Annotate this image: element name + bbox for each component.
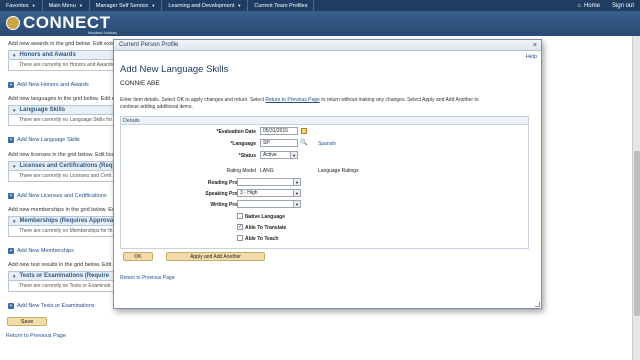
plus-icon: + xyxy=(8,137,14,143)
able-to-translate-label: Able To Translate xyxy=(245,225,287,231)
memberships-section: ▼ Memberships (Requires Approva There are… xyxy=(8,216,118,237)
collapse-triangle-icon: ▼ xyxy=(12,273,17,279)
modal-return-link[interactable]: Return to Previous Page xyxy=(120,275,174,281)
native-language-label: Native Language xyxy=(245,214,286,220)
language-skills-section: ▼ Language Skills There are currently no … xyxy=(8,105,118,126)
plus-icon: + xyxy=(8,82,14,88)
resize-grip-icon[interactable] xyxy=(535,302,540,307)
chevron-down-icon: ▼ xyxy=(290,152,297,158)
home-icon: ⌂ xyxy=(577,2,581,9)
section-empty-text: There are currently no Language Skills f… xyxy=(19,117,113,123)
plus-icon: + xyxy=(8,193,14,199)
able-to-translate-checkbox[interactable]: ✓ xyxy=(237,224,243,230)
connect-logo: CONNECT xyxy=(6,13,111,33)
modal-title: Current Person Profile xyxy=(119,42,179,48)
details-header: Details xyxy=(121,117,528,125)
rating-model-value: LANG xyxy=(260,168,274,174)
able-to-teach-label: Able To Teach xyxy=(245,236,279,242)
speaking-proficiency-select[interactable]: 3 - High ▼ xyxy=(237,189,301,197)
instructions-text: Enter item details. Select OK to apply c… xyxy=(120,97,479,110)
add-honors-awards-link[interactable]: + Add New Honors and Awards xyxy=(8,82,89,88)
help-link[interactable]: Help xyxy=(526,54,537,60)
instructions-return-link[interactable]: Return to Previous Page xyxy=(265,97,319,103)
chevron-down-icon: ▼ xyxy=(31,3,36,8)
honors-awards-section: ▼ Honors and Awards There are currently n… xyxy=(8,50,118,71)
collapse-triangle-icon: ▼ xyxy=(12,218,17,224)
rating-model-label: Rating Model xyxy=(226,168,256,174)
lic-intro-text: Add new licenses in the grid below. Edit… xyxy=(8,152,115,158)
language-description: Spanish xyxy=(318,141,337,147)
plus-icon: + xyxy=(8,303,14,309)
native-language-checkbox[interactable] xyxy=(237,213,243,219)
section-empty-text: There are currently no Tests or Examinat… xyxy=(19,283,111,289)
status-select[interactable]: Active ▼ xyxy=(260,151,298,159)
chevron-down-icon: ▼ xyxy=(237,3,242,8)
sign-out-link[interactable]: Sign out xyxy=(606,3,640,9)
logo-subtitle: Maryland Judiciary xyxy=(88,31,118,35)
test-intro-text: Add new test results in the grid below. … xyxy=(8,262,112,268)
nav-current-team-profiles[interactable]: Current Team Profiles xyxy=(248,0,315,11)
header-banner: CONNECT Maryland Judiciary xyxy=(0,11,640,36)
page-title: Add New Language Skills xyxy=(120,64,229,75)
details-group: Details *Evaluation Date 05/31/2015 *Lan… xyxy=(120,116,529,249)
ok-button[interactable]: OK xyxy=(123,252,153,261)
apply-and-add-another-button[interactable]: Apply and Add Another xyxy=(166,252,265,261)
collapse-triangle-icon: ▼ xyxy=(12,107,17,113)
reading-proficiency-select[interactable]: ▼ xyxy=(237,178,301,186)
add-memberships-link[interactable]: + Add New Memberships xyxy=(8,248,74,254)
tests-section: ▼ Tests or Examinations (Require There ar… xyxy=(8,271,118,292)
section-header[interactable]: ▼ Tests or Examinations (Require xyxy=(9,272,117,281)
chevron-down-icon: ▼ xyxy=(293,179,300,185)
chevron-down-icon: ▼ xyxy=(78,3,83,8)
evaluation-date-input[interactable]: 05/31/2015 xyxy=(260,127,298,135)
able-to-teach-checkbox[interactable] xyxy=(237,235,243,241)
lookup-search-icon[interactable]: 🔍 xyxy=(300,139,307,147)
add-licenses-link[interactable]: + Add New Licenses and Certifications xyxy=(8,193,107,199)
lang-intro-text: Add new languages in the grid below. Edi… xyxy=(8,96,115,102)
mem-intro-text: Add new memberships in the grid below. E… xyxy=(8,207,116,213)
evaluation-date-label: *Evaluation Date xyxy=(216,129,256,135)
chevron-down-icon: ▼ xyxy=(293,201,300,207)
modal-title-bar[interactable]: Current Person Profile xyxy=(114,40,541,51)
seal-icon xyxy=(6,16,20,30)
writing-proficiency-select[interactable]: ▼ xyxy=(237,200,301,208)
section-header[interactable]: ▼ Memberships (Requires Approva xyxy=(9,217,117,226)
language-input[interactable]: SP xyxy=(260,139,298,147)
section-empty-text: There are currently no Licenses and Cert… xyxy=(19,173,111,179)
add-tests-link[interactable]: + Add New Tests or Examinations xyxy=(8,303,95,309)
licenses-section: ▼ Licenses and Certifications (Req There … xyxy=(8,161,118,182)
chevron-down-icon: ▼ xyxy=(151,3,156,8)
rating-model-description: Language Ratings xyxy=(318,168,359,174)
add-language-skills-link[interactable]: + Add New Language Skills xyxy=(8,137,80,143)
nav-main-menu[interactable]: Main Menu ▼ xyxy=(43,0,90,11)
section-header[interactable]: ▼ Licenses and Certifications (Req xyxy=(9,162,117,171)
awards-intro-text: Add new awards in the grid below. Edit e… xyxy=(8,41,114,47)
section-header[interactable]: ▼ Honors and Awards xyxy=(9,51,117,60)
calendar-icon[interactable] xyxy=(301,128,307,134)
nav-manager-self-service[interactable]: Manager Self Service ▼ xyxy=(90,0,163,11)
current-person-profile-modal: Current Person Profile × Help Add New La… xyxy=(113,39,542,309)
return-to-previous-page-link[interactable]: Return to Previous Page xyxy=(6,333,66,339)
collapse-triangle-icon: ▼ xyxy=(12,52,17,58)
nav-learning-and-development[interactable]: Learning and Development ▼ xyxy=(162,0,249,11)
top-navigation-bar: Favorites ▼ Main Menu ▼ Manager Self Servi… xyxy=(0,0,640,11)
home-link[interactable]: ⌂ Home xyxy=(571,3,606,9)
nav-favorites[interactable]: Favorites ▼ xyxy=(0,0,43,11)
person-name: CONNIE ABE xyxy=(120,80,160,87)
save-button[interactable]: Save xyxy=(7,317,47,326)
scrollbar-thumb[interactable] xyxy=(634,151,640,316)
status-label: *Status xyxy=(238,153,256,159)
language-label: *Language xyxy=(230,141,256,147)
section-header[interactable]: ▼ Language Skills xyxy=(9,106,117,115)
plus-icon: + xyxy=(8,248,14,254)
chevron-down-icon: ▼ xyxy=(293,190,300,196)
close-icon[interactable]: × xyxy=(533,42,537,49)
section-empty-text: There are currently no Honors and Awards xyxy=(19,62,114,68)
page-scrollbar[interactable] xyxy=(632,36,640,360)
section-empty-text: There are currently no Memberships for t… xyxy=(19,228,113,234)
collapse-triangle-icon: ▼ xyxy=(12,163,17,169)
